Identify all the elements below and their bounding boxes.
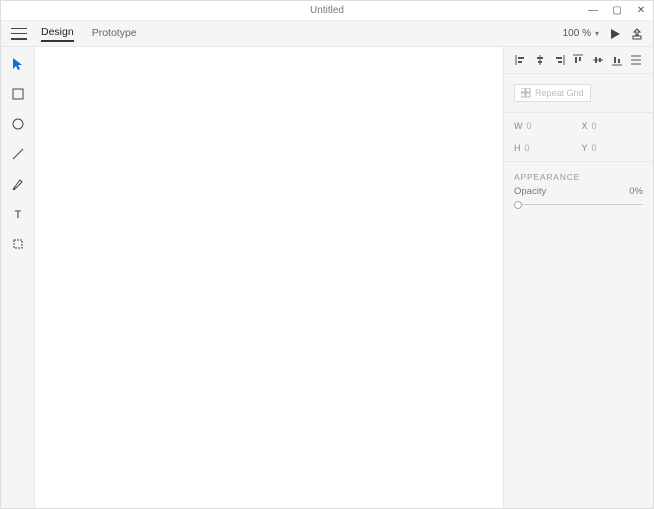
tool-strip: T (1, 47, 35, 508)
line-tool[interactable] (9, 145, 27, 163)
select-tool[interactable] (9, 55, 27, 73)
text-tool[interactable]: T (9, 205, 27, 223)
minimize-button[interactable]: — (581, 1, 605, 20)
y-field[interactable]: Y 0 (582, 143, 644, 153)
canvas-area[interactable] (35, 47, 503, 508)
width-label: W (514, 121, 523, 131)
y-value: 0 (592, 143, 597, 153)
repeat-grid-icon (521, 88, 531, 98)
window-controls: — ▢ ✕ (581, 1, 653, 20)
align-hcenter-icon[interactable] (533, 53, 547, 67)
opacity-slider[interactable] (514, 201, 643, 209)
dimensions-group: W 0 X 0 H 0 Y 0 (504, 113, 653, 162)
ellipse-tool[interactable] (9, 115, 27, 133)
document-title: Untitled (1, 5, 653, 16)
width-field[interactable]: W 0 (514, 121, 576, 131)
align-bottom-icon[interactable] (610, 53, 624, 67)
repeat-grid-row: Repeat Grid (504, 74, 653, 113)
align-top-icon[interactable] (571, 53, 585, 67)
share-button[interactable] (631, 28, 643, 40)
artboard-tool[interactable] (9, 235, 27, 253)
tab-design[interactable]: Design (41, 26, 74, 42)
align-right-icon[interactable] (552, 53, 566, 67)
close-button[interactable]: ✕ (629, 1, 653, 20)
pen-tool[interactable] (9, 175, 27, 193)
y-label: Y (582, 143, 588, 153)
repeat-grid-button[interactable]: Repeat Grid (514, 84, 591, 102)
main-area: T Repeat Grid W 0 (1, 47, 653, 508)
top-toolbar: Design Prototype 100 % ▾ (1, 21, 653, 47)
slider-track (514, 204, 643, 205)
x-field[interactable]: X 0 (582, 121, 644, 131)
height-field[interactable]: H 0 (514, 143, 576, 153)
slider-thumb[interactable] (514, 201, 522, 209)
rectangle-tool[interactable] (9, 85, 27, 103)
appearance-header: APPEARANCE (504, 162, 653, 186)
opacity-row: Opacity 0% (504, 186, 653, 219)
x-value: 0 (592, 121, 597, 131)
width-value: 0 (527, 121, 532, 131)
zoom-value: 100 % (563, 28, 591, 39)
height-label: H (514, 143, 521, 153)
play-button[interactable] (609, 28, 621, 40)
tab-prototype[interactable]: Prototype (92, 27, 137, 41)
zoom-dropdown[interactable]: 100 % ▾ (563, 28, 599, 39)
properties-panel: Repeat Grid W 0 X 0 H 0 Y 0 APPEARANCE (503, 47, 653, 508)
hamburger-menu-icon[interactable] (11, 28, 27, 40)
align-left-icon[interactable] (514, 53, 528, 67)
x-label: X (582, 121, 588, 131)
titlebar: Untitled — ▢ ✕ (1, 1, 653, 21)
maximize-button[interactable]: ▢ (605, 1, 629, 20)
align-row (504, 47, 653, 74)
height-value: 0 (525, 143, 530, 153)
opacity-label: Opacity (514, 186, 546, 197)
svg-text:T: T (14, 209, 21, 220)
opacity-value: 0% (629, 186, 643, 197)
repeat-grid-label: Repeat Grid (535, 88, 584, 98)
chevron-down-icon: ▾ (595, 29, 599, 38)
distribute-icon[interactable] (629, 53, 643, 67)
align-vcenter-icon[interactable] (591, 53, 605, 67)
